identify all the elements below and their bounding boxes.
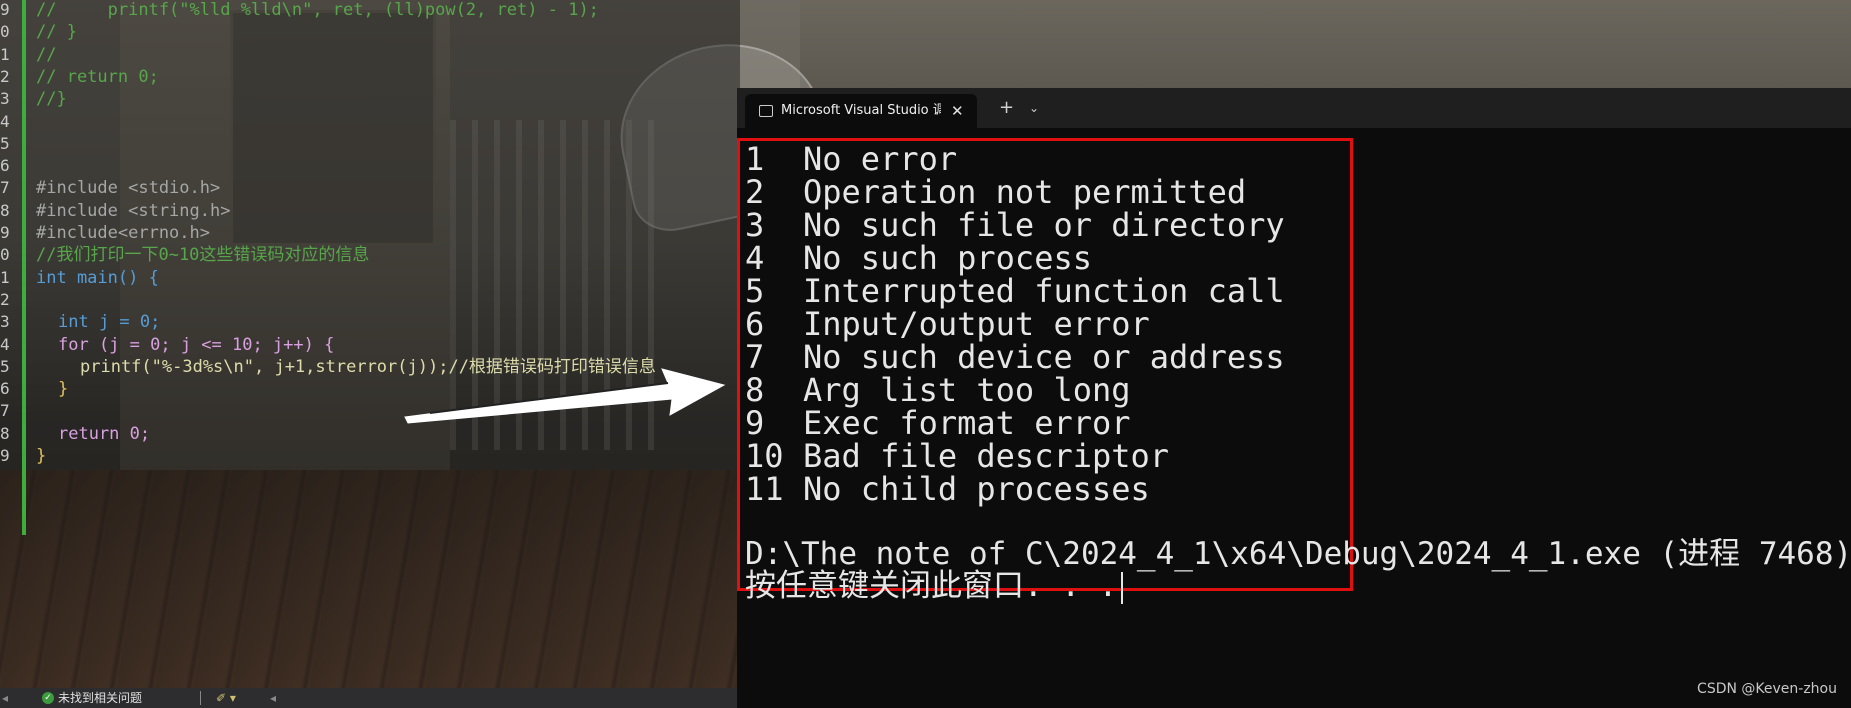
issues-status-text[interactable]: 未找到相关问题 [58,688,142,708]
code-text: int main() { [36,267,159,288]
code-text: } [58,379,69,400]
wallpaper-building [800,0,1851,100]
chevron-down-icon[interactable]: ⌄ [1029,88,1039,128]
text-cursor [1121,571,1124,604]
terminal-tab[interactable]: Microsoft Visual Studio 调试控制台 ✕ [745,94,977,128]
press-key-line: 按任意键关闭此窗口. . . [745,560,1124,605]
annotation-arrow-icon [404,368,726,424]
code-editor[interactable]: 9 // printf("%lld %lld\n", ret, (ll)pow(2… [0,0,740,688]
highlight-box [737,138,1353,591]
press-key-text: 按任意键关闭此窗口. . . [745,568,1118,604]
close-icon[interactable]: ✕ [951,94,964,128]
code-text: } [36,446,47,466]
code-text: return 0; [58,423,151,444]
status-bar: ◂ ✓ 未找到相关问题 ✐ ▾ ◂ [0,688,740,708]
code-cleanup-icon[interactable]: ✐ ▾ [216,688,236,708]
line-number: 9 [0,446,10,465]
code-text: //} [36,89,67,110]
horizontal-scroll-left-icon[interactable]: ◂ [270,688,276,708]
status-separator [200,691,201,705]
debug-console-window[interactable]: Microsoft Visual Studio 调试控制台 ✕ + ⌄ 1No … [737,88,1851,708]
terminal-tab-bar: Microsoft Visual Studio 调试控制台 ✕ + ⌄ [737,88,1851,128]
console-icon [759,105,773,117]
code-text: // printf("%lld %lld\n", ret, (ll)pow(2,… [36,0,599,20]
new-tab-button[interactable]: + [999,88,1014,128]
status-scroll-left-icon[interactable]: ◂ [2,688,8,708]
change-indicator-bar [22,0,26,535]
check-icon: ✓ [42,692,54,704]
watermark: CSDN @Keven-zhou [1697,681,1837,697]
terminal-tab-title: Microsoft Visual Studio 调试控制台 [781,103,941,118]
